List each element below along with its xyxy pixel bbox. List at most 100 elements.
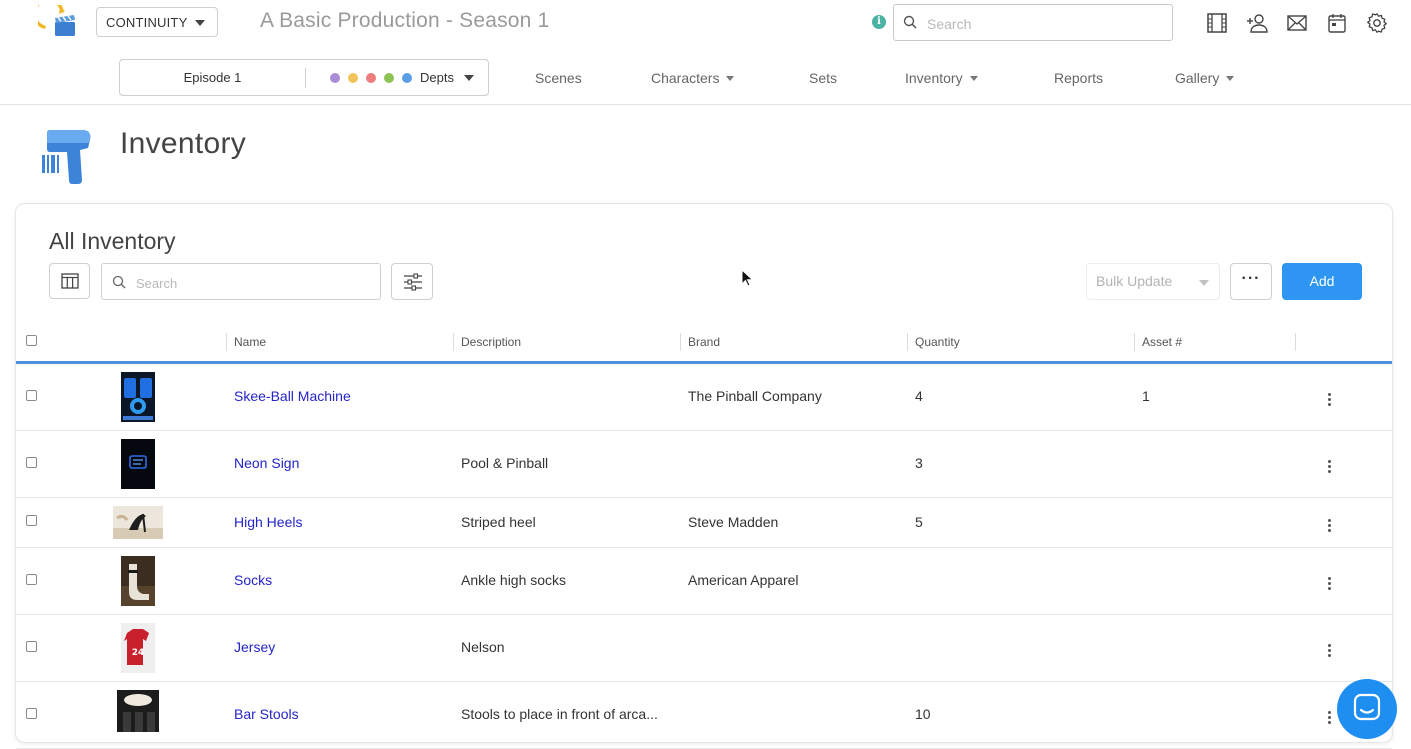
item-brand: American Apparel — [688, 572, 799, 588]
chat-launcher-button[interactable] — [1337, 679, 1397, 739]
item-thumbnail[interactable] — [113, 506, 163, 539]
row-checkbox[interactable] — [26, 708, 37, 719]
table-row[interactable]: Skee-Ball Machine The Pinball Company 4 … — [16, 364, 1392, 431]
row-menu-icon[interactable] — [1325, 393, 1333, 408]
nav-item-label: Scenes — [535, 70, 582, 86]
nav-item-reports[interactable]: Reports — [1054, 70, 1103, 86]
column-header-name[interactable]: Name — [234, 335, 266, 349]
item-thumbnail[interactable] — [121, 372, 155, 422]
table-row[interactable]: Bar Stools Stools to place in front of a… — [16, 682, 1392, 749]
nav-item-gallery[interactable]: Gallery — [1175, 70, 1235, 86]
column-header-brand[interactable]: Brand — [688, 335, 720, 349]
info-icon[interactable]: i — [872, 15, 886, 29]
mode-select-label: CONTINUITY — [106, 14, 188, 30]
search-icon — [903, 15, 917, 29]
divider — [305, 68, 306, 88]
item-brand: Steve Madden — [688, 514, 779, 530]
page-title: Inventory — [120, 127, 247, 160]
chevron-down-icon — [464, 75, 474, 81]
item-description: Ankle high socks — [461, 572, 567, 588]
column-header-asset-number[interactable]: Asset # — [1142, 335, 1182, 349]
row-menu-icon[interactable] — [1325, 577, 1333, 592]
bulk-update-button[interactable]: Bulk Update — [1086, 263, 1220, 300]
dept-color-dots[interactable] — [330, 73, 412, 83]
item-name-link[interactable]: Socks — [234, 572, 272, 588]
barcode-scanner-icon — [42, 130, 91, 184]
item-thumbnail[interactable] — [121, 439, 155, 489]
nav-item-scenes[interactable]: Scenes — [535, 70, 582, 86]
column-divider — [680, 333, 681, 351]
dept-color-dot — [348, 73, 358, 83]
column-divider — [1295, 333, 1296, 351]
nav-item-inventory[interactable]: Inventory — [905, 70, 978, 86]
row-checkbox[interactable] — [26, 515, 37, 526]
table-row[interactable]: Neon Sign Pool & Pinball 3 — [16, 431, 1392, 498]
search-icon — [112, 275, 126, 289]
item-quantity: 4 — [915, 388, 923, 404]
add-button[interactable]: Add — [1282, 263, 1362, 300]
table-row[interactable]: Socks Ankle high socks American Apparel — [16, 548, 1392, 615]
nav-bar: Episode 1 Depts Scenes Characters Sets I… — [0, 56, 1411, 105]
dept-color-dot — [402, 73, 412, 83]
jersey-number: 24 — [132, 648, 145, 658]
item-name-link[interactable]: Jersey — [234, 639, 275, 655]
column-divider — [1134, 333, 1135, 351]
item-asset-number: 1 — [1142, 388, 1150, 404]
item-description: Pool & Pinball — [461, 455, 549, 471]
more-options-button[interactable]: ··· — [1230, 263, 1272, 300]
calendar-icon[interactable] — [1326, 12, 1348, 34]
item-name-link[interactable]: Bar Stools — [234, 706, 299, 722]
episode-select[interactable]: Episode 1 — [120, 70, 305, 85]
nav-item-label: Gallery — [1175, 70, 1220, 86]
row-checkbox[interactable] — [26, 457, 37, 468]
inventory-search[interactable] — [101, 263, 381, 300]
select-all-checkbox[interactable] — [26, 335, 37, 346]
nav-item-label: Reports — [1054, 70, 1104, 86]
item-name-link[interactable]: Neon Sign — [234, 455, 299, 471]
row-menu-icon[interactable] — [1325, 460, 1333, 475]
table-row[interactable]: 24 Jersey Nelson — [16, 615, 1392, 682]
row-menu-icon[interactable] — [1325, 519, 1333, 534]
production-title: A Basic Production - Season 1 — [260, 9, 550, 32]
table-row[interactable]: High Heels Striped heel Steve Madden 5 — [16, 498, 1392, 548]
app-logo-icon[interactable] — [38, 5, 78, 41]
mode-select[interactable]: CONTINUITY — [96, 7, 218, 37]
inventory-search-input[interactable] — [134, 273, 368, 293]
item-thumbnail[interactable] — [117, 690, 159, 732]
top-bar: CONTINUITY A Basic Production - Season 1… — [0, 0, 1411, 46]
row-menu-icon[interactable] — [1325, 711, 1333, 726]
item-description: Stools to place in front of arca... — [461, 706, 658, 722]
table-header: Name Description Brand Quantity Asset # — [16, 324, 1392, 364]
columns-button[interactable] — [49, 263, 90, 299]
column-header-description[interactable]: Description — [461, 335, 521, 349]
mail-icon[interactable] — [1286, 12, 1308, 34]
chevron-down-icon — [1226, 75, 1235, 81]
column-header-quantity[interactable]: Quantity — [915, 335, 960, 349]
item-brand: The Pinball Company — [688, 388, 822, 404]
global-search-input[interactable] — [925, 13, 1159, 35]
global-search[interactable] — [893, 4, 1173, 41]
chevron-down-icon — [195, 20, 205, 26]
row-checkbox[interactable] — [26, 641, 37, 652]
add-user-icon[interactable] — [1246, 12, 1268, 34]
nav-item-label: Characters — [651, 70, 720, 86]
item-name-link[interactable]: High Heels — [234, 514, 302, 530]
nav-item-characters[interactable]: Characters — [651, 70, 735, 86]
nav-item-sets[interactable]: Sets — [809, 70, 837, 86]
row-checkbox[interactable] — [26, 390, 37, 401]
gear-icon[interactable] — [1366, 12, 1388, 34]
filter-button[interactable] — [391, 263, 433, 300]
nav-item-label: Sets — [809, 70, 838, 86]
column-divider — [226, 333, 227, 351]
dept-color-dot — [384, 73, 394, 83]
item-name-link[interactable]: Skee-Ball Machine — [234, 388, 351, 404]
item-quantity: 5 — [915, 514, 923, 530]
depts-select[interactable]: Depts — [420, 70, 454, 85]
film-icon[interactable] — [1206, 12, 1228, 34]
item-thumbnail[interactable]: 24 — [121, 623, 155, 673]
item-description: Nelson — [461, 639, 505, 655]
row-checkbox[interactable] — [26, 574, 37, 585]
item-thumbnail[interactable] — [121, 556, 155, 606]
row-menu-icon[interactable] — [1325, 644, 1333, 659]
columns-icon — [61, 273, 79, 289]
